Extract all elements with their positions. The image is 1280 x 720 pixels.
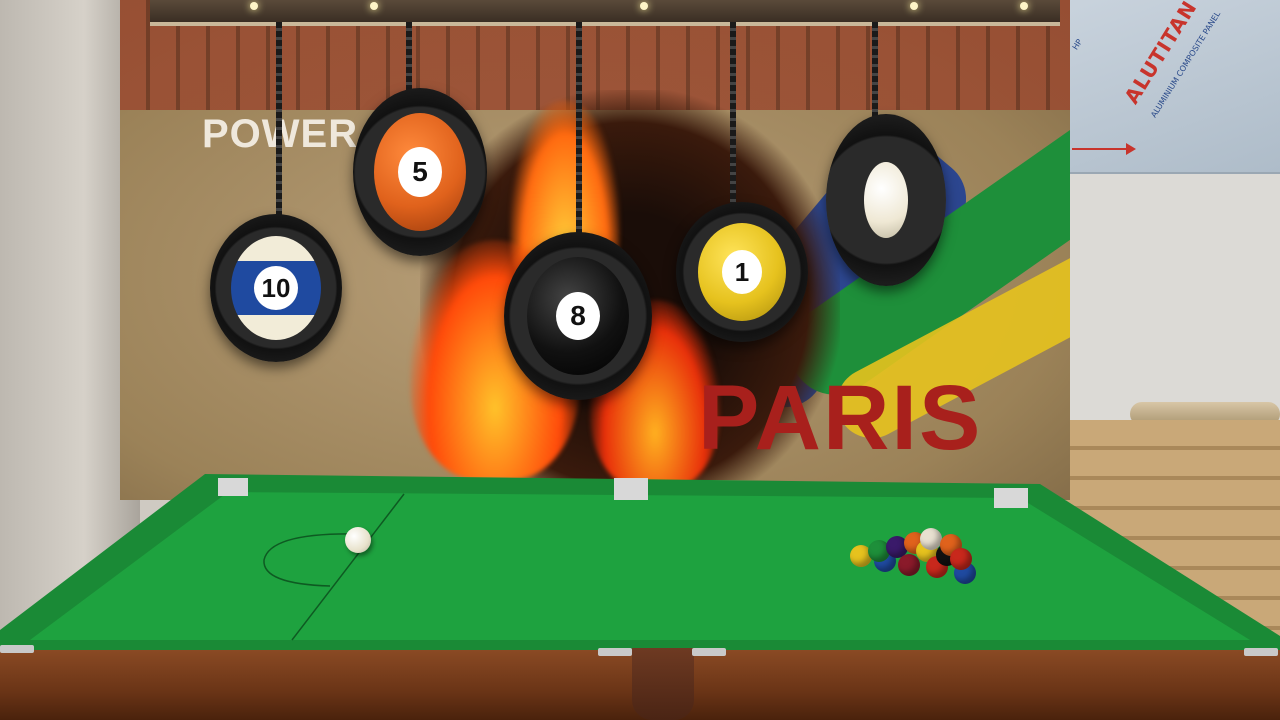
side-pocket (614, 478, 648, 500)
cue-ball (345, 527, 371, 553)
racked-ball (950, 548, 972, 570)
rail-clip (598, 648, 632, 656)
billiards-room-scene: HP ALUTITAN ALUMINIUM COMPOSITE PANEL PO… (0, 0, 1280, 720)
corner-pocket (994, 488, 1028, 508)
rail-clip (692, 648, 726, 656)
racked-ball (898, 554, 920, 576)
pool-table (0, 474, 1280, 660)
rail-clip (0, 645, 34, 653)
rail-clip (1244, 648, 1278, 656)
front-pocket (632, 648, 694, 720)
corner-pocket (218, 478, 248, 496)
